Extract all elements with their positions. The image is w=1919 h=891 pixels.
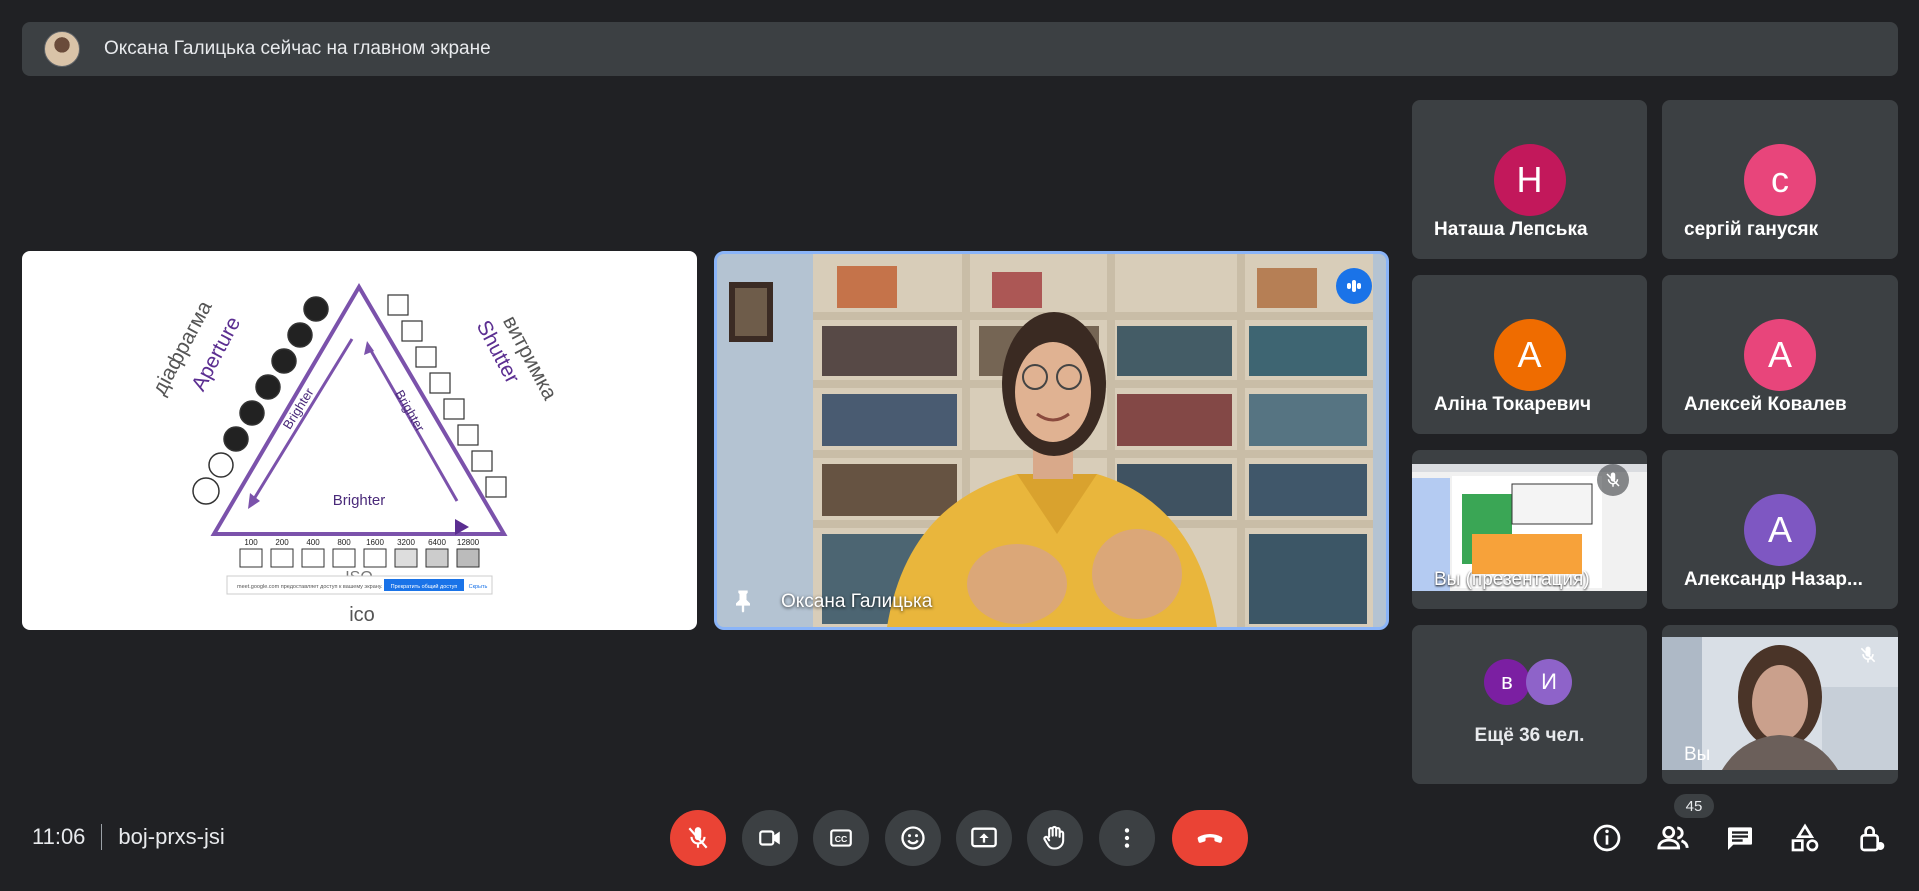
participant-avatar: с <box>1744 144 1816 216</box>
sharing-notice: meet.google.com предоставляет доступ к в… <box>237 584 383 590</box>
participant-tile[interactable]: с сергій ганусяк <box>1662 100 1898 259</box>
participant-name: Алексей Ковалев <box>1684 394 1847 415</box>
more-participants-label: Ещё 36 чел. <box>1474 725 1585 746</box>
present-screen-icon <box>971 827 997 848</box>
reactions-button[interactable] <box>885 810 941 866</box>
people-icon <box>1657 825 1689 850</box>
iso-values: 100 200 400 800 1600 3200 6400 12800 <box>244 538 479 547</box>
participant-name: Вы (презентация) <box>1434 569 1590 590</box>
speaker-video-tile[interactable]: Оксана Галицька <box>714 251 1389 630</box>
iso-value: 800 <box>337 538 351 547</box>
pin-icon[interactable] <box>729 587 757 615</box>
speaking-indicator-icon <box>1336 268 1372 304</box>
more-participants-tile[interactable]: в И Ещё 36 чел. <box>1412 625 1647 784</box>
svg-text:CC: CC <box>835 834 848 844</box>
mic-off-icon <box>1597 464 1629 496</box>
host-controls-button[interactable] <box>1851 818 1891 858</box>
participant-name: Вы <box>1684 744 1711 765</box>
participant-avatar: Н <box>1493 144 1566 216</box>
host-controls-icon <box>1860 826 1885 852</box>
chat-button[interactable] <box>1720 818 1760 858</box>
leave-call-button[interactable] <box>1172 810 1248 866</box>
more-options-button[interactable] <box>1099 810 1155 866</box>
people-button[interactable] <box>1653 818 1693 858</box>
mic-off-icon <box>1852 639 1884 671</box>
stop-sharing-button: Прекратить общий доступ <box>391 583 458 590</box>
meeting-code: boj-prxs-jsi <box>118 824 225 849</box>
participant-avatar: А <box>1493 319 1566 391</box>
raise-hand-icon <box>1043 825 1065 850</box>
participant-count-badge: 45 <box>1674 794 1714 818</box>
participant-tile[interactable]: А Алексей Ковалев <box>1662 275 1898 434</box>
participant-name: Александр Назар... <box>1684 569 1863 590</box>
participant-tile[interactable]: Н Наташа Лепська <box>1412 100 1647 259</box>
ico-label: ico <box>349 604 375 626</box>
iso-value: 3200 <box>397 538 415 547</box>
participant-tile[interactable]: А Александр Назар... <box>1662 450 1898 609</box>
shared-presentation-tile[interactable]: Brighter Brighter Brighter діафрагма Ape… <box>22 251 697 630</box>
activities-button[interactable] <box>1785 818 1825 858</box>
info-icon <box>1593 824 1621 852</box>
meeting-details: 11:06 boj-prxs-jsi <box>32 824 225 850</box>
banner-text: Оксана Галицька сейчас на главном экране <box>104 38 491 59</box>
presenter-avatar <box>44 31 80 67</box>
self-video-tile[interactable]: Вы <box>1662 625 1898 784</box>
captions-button[interactable]: CC <box>813 810 869 866</box>
iso-value: 1600 <box>366 538 384 547</box>
closed-captions-icon: CC <box>830 829 852 847</box>
presentation-thumbnail-tile[interactable]: Вы (презентация) <box>1412 450 1647 609</box>
mic-off-icon <box>688 827 708 849</box>
chat-icon <box>1728 827 1752 850</box>
iso-value: 12800 <box>457 538 480 547</box>
call-end-icon <box>1197 834 1223 843</box>
exposure-triangle-slide: Brighter Brighter Brighter діафрагма Ape… <box>148 283 562 626</box>
participant-tile[interactable]: А Аліна Токаревич <box>1412 275 1647 434</box>
speaker-video-frame <box>717 254 1386 627</box>
camera-toggle-button[interactable] <box>742 810 798 866</box>
participant-avatar: в <box>1484 659 1530 705</box>
present-now-button[interactable] <box>956 810 1012 866</box>
meeting-details-button[interactable] <box>1587 818 1627 858</box>
microphone-toggle-button[interactable] <box>670 810 726 866</box>
more-vert-icon <box>1124 828 1130 848</box>
participant-name: сергій ганусяк <box>1684 219 1819 240</box>
raise-hand-button[interactable] <box>1027 810 1083 866</box>
speaker-name: Оксана Галицька <box>781 591 933 612</box>
brighter-bottom-label: Brighter <box>333 492 386 509</box>
participant-avatar: А <box>1744 319 1816 391</box>
divider <box>101 824 103 850</box>
presenting-banner: Оксана Галицька сейчас на главном экране <box>22 22 1898 76</box>
participant-avatar: И <box>1526 659 1572 705</box>
activities-icon <box>1791 823 1819 852</box>
iso-value: 6400 <box>428 538 446 547</box>
iso-icons <box>239 548 480 568</box>
participant-name: Наташа Лепська <box>1434 219 1588 240</box>
clock-time: 11:06 <box>32 824 86 849</box>
participant-avatar: А <box>1744 494 1816 566</box>
participant-name: Аліна Токаревич <box>1434 394 1592 415</box>
iso-value: 100 <box>244 538 258 547</box>
emoji-icon <box>901 826 925 850</box>
iso-value: 400 <box>306 538 320 547</box>
videocam-icon <box>759 830 780 846</box>
hide-button: Скрыть <box>469 584 488 590</box>
iso-value: 200 <box>275 538 289 547</box>
